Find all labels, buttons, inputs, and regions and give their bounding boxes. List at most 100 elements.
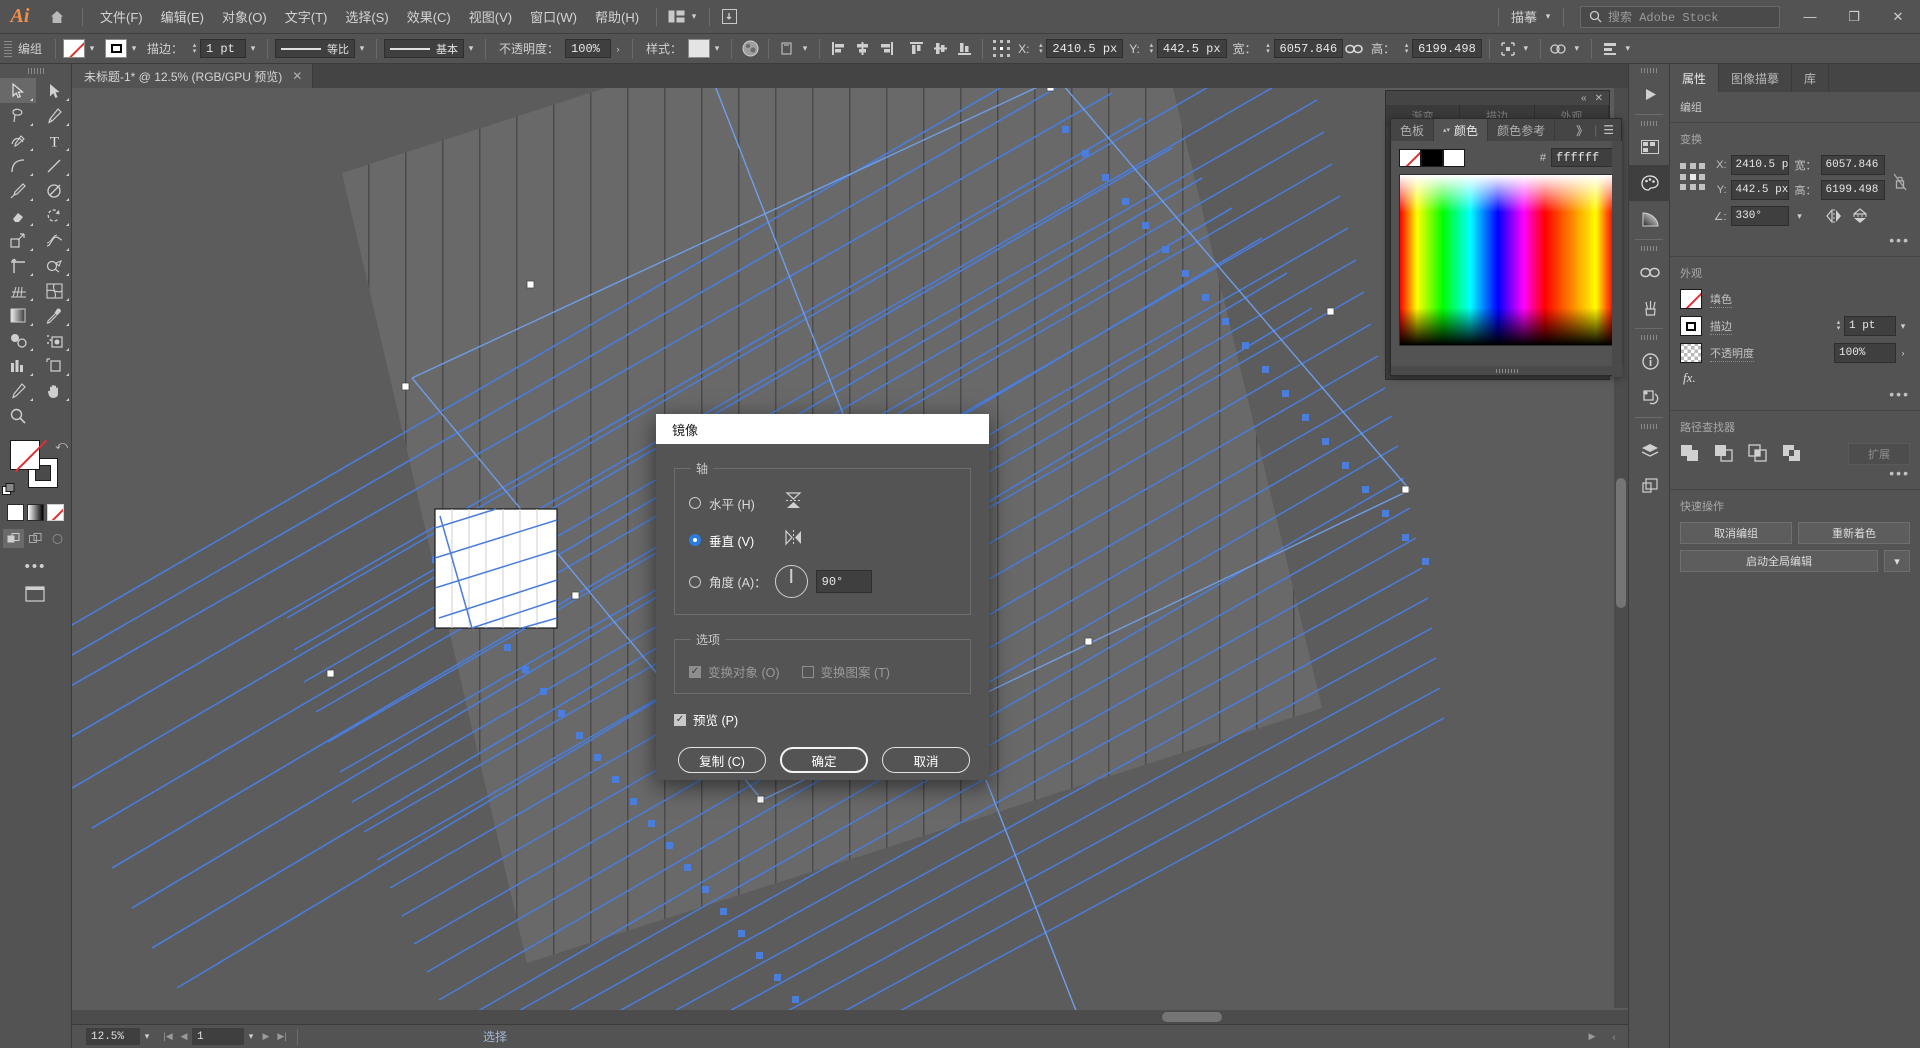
tool-eyedropper[interactable] [36,303,72,328]
pathfinder-more-button[interactable]: ••• [1680,465,1910,481]
appearance-stroke-weight-field[interactable]: 1 pt [1844,316,1896,336]
control-w-field[interactable]: 6057.846 [1273,39,1344,58]
menu-select[interactable]: 选择(S) [336,3,397,30]
axis-angle-radio[interactable] [689,575,701,588]
arrange-chevron-down-icon[interactable]: ▾ [687,7,701,26]
appearance-fill-swatch[interactable] [1680,289,1702,309]
x-stepper[interactable]: ▴ ▾ [1035,39,1046,58]
none-button[interactable] [47,504,64,521]
draw-inside-icon[interactable] [47,529,68,548]
tool-shaper[interactable] [36,178,72,203]
axis-angle-row[interactable]: 角度 (A)： 90° [689,565,956,598]
vertical-scroll-thumb[interactable] [1616,478,1626,608]
control-x-field[interactable]: 2410.5 px [1046,39,1124,58]
zoom-level-field[interactable]: 12.5% [86,1028,140,1045]
tool-lasso[interactable] [0,103,36,128]
menu-object[interactable]: 对象(O) [213,3,276,30]
gradient-button[interactable] [27,504,44,521]
artboard-chevron-down-icon[interactable]: ▾ [244,1027,258,1046]
panel-overflow-icon[interactable]: 》 [1576,122,1588,139]
constrain-proportions-icon[interactable] [1891,171,1910,193]
tool-artboard[interactable] [36,353,72,378]
tool-curvature[interactable] [0,128,36,153]
color-spectrum[interactable] [1399,174,1614,346]
tool-blend[interactable] [0,328,36,353]
document-tab-close-icon[interactable]: ✕ [292,69,302,83]
stroke-weight-chevron-down-icon[interactable]: ▾ [246,39,260,58]
transform-x-field[interactable]: 2410.5 p [1730,155,1789,175]
rail-grip-3[interactable] [1629,242,1669,254]
axis-vertical-row[interactable]: 垂直 (V) [689,529,956,551]
swap-fill-stroke-icon[interactable]: ⤺ [55,438,68,453]
fill-color-indicator[interactable] [10,440,40,470]
opacity-field[interactable]: 100% [565,39,612,58]
transform-w-field[interactable]: 6057.846 [1820,155,1885,175]
axis-vertical-radio[interactable] [689,534,701,546]
appearance-opacity-label[interactable]: 不透明度 [1710,345,1754,362]
play-icon[interactable] [1629,76,1671,112]
transform-panel-icon[interactable] [776,38,798,60]
menu-window[interactable]: 窗口(W) [521,3,586,30]
tab-color[interactable]: ▴▾ 颜色 [1434,119,1489,141]
color-panel-resize-grip[interactable] [1391,366,1623,375]
control-y-field[interactable]: 442.5 px [1156,39,1227,58]
align-top-icon[interactable] [905,38,927,60]
transform-patterns-checkbox[interactable] [801,665,814,678]
menu-help[interactable]: 帮助(H) [586,3,648,30]
status-flyout-icon[interactable]: ▶ [1584,1027,1600,1047]
brush-chevron-down-icon[interactable]: ▾ [464,39,478,58]
last-artboard-button[interactable]: ▶| [274,1027,290,1047]
touch-workspace-icon[interactable] [718,6,740,28]
info-icon[interactable] [1629,343,1671,379]
tool-symbol-sprayer[interactable] [36,328,72,353]
transform-y-field[interactable]: 442.5 px [1730,180,1789,200]
appearance-opacity-swatch[interactable] [1680,343,1702,363]
appearance-opacity-field[interactable]: 100% [1834,343,1896,363]
ungroup-button[interactable]: 取消编组 [1680,522,1792,544]
angle-chevron-down-icon[interactable]: ▾ [1793,207,1807,226]
flip-vertical-icon[interactable] [1849,205,1871,227]
artboard-number-field[interactable]: 1 [192,1028,244,1045]
status-collapse-icon[interactable]: ‹ [1606,1027,1622,1047]
window-close-button[interactable]: ✕ [1876,0,1920,34]
pathfinder-intersect-icon[interactable] [1748,444,1768,464]
appearance-stroke-label[interactable]: 描边 [1710,318,1732,335]
tools-more-button[interactable]: ••• [0,558,71,575]
axis-horizontal-radio[interactable] [689,497,701,509]
fill-chevron-down-icon[interactable]: ▾ [85,39,99,58]
appearance-stroke-swatch[interactable] [1680,316,1702,336]
appearance-opacity-flyout-icon[interactable]: › [1896,344,1910,363]
select-similar-chevron-down-icon[interactable]: ▾ [1519,39,1533,58]
layers-icon[interactable] [1629,432,1671,468]
window-minimize-button[interactable]: — [1788,0,1832,34]
next-artboard-button[interactable]: ▶ [258,1027,274,1047]
workspace-chevron-down-icon[interactable]: ▾ [1541,7,1555,26]
rail-grip-5[interactable] [1629,420,1669,432]
color-button[interactable] [7,504,24,521]
tool-gradient[interactable] [0,303,36,328]
horizontal-scroll-thumb[interactable] [1162,1012,1222,1022]
tool-shape-builder[interactable] [36,253,72,278]
rail-grip[interactable] [1629,64,1669,76]
preview-checkbox[interactable] [674,713,686,726]
tab-color-guide[interactable]: 颜色参考 [1488,119,1556,141]
opacity-flyout-icon[interactable]: › [611,39,625,58]
stroke-weight-field[interactable]: 1 pt [200,39,247,58]
tool-width[interactable] [36,228,72,253]
tool-pen[interactable] [36,103,72,128]
color-swatch-white[interactable] [1443,148,1465,167]
tab-properties[interactable]: 属性 [1670,64,1720,92]
ok-button[interactable]: 确定 [780,747,868,773]
tool-slice[interactable] [0,378,36,403]
select-similar-icon[interactable] [1497,38,1519,60]
opacity-mask-icon[interactable] [739,38,761,60]
w-stepper[interactable]: ▴ ▾ [1263,39,1274,58]
links-icon[interactable] [1629,254,1671,290]
expand-button[interactable]: 扩展 [1848,443,1910,465]
appearance-more-button[interactable]: ••• [1680,386,1910,402]
default-fill-stroke-icon[interactable] [2,483,15,496]
tool-free-transform[interactable] [0,253,36,278]
control-h-field[interactable]: 6199.498 [1412,39,1482,58]
style-chevron-down-icon[interactable]: ▾ [710,39,724,58]
angle-value-field[interactable]: 90° [815,570,872,593]
